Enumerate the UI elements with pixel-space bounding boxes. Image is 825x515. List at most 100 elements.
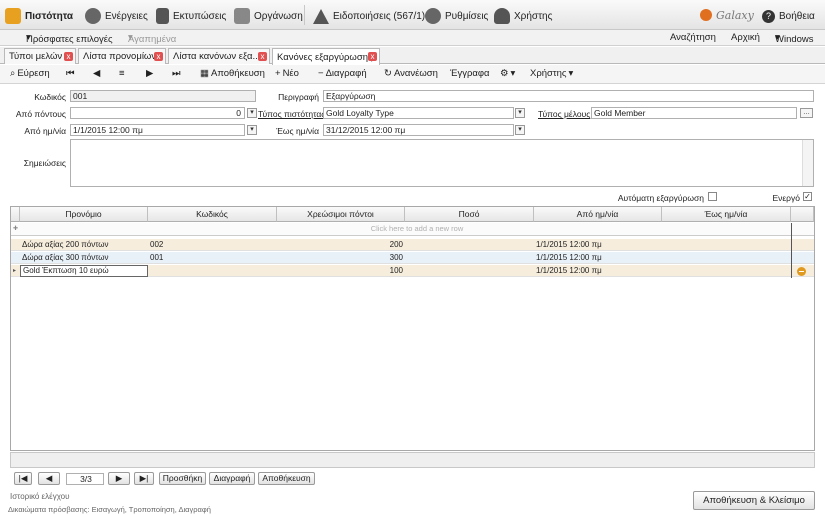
cell-from-date[interactable]: 1/1/2015 12:00 πμ [534, 265, 662, 277]
last-record-button[interactable]: ⏭ [172, 68, 181, 79]
cell-code[interactable] [148, 265, 277, 277]
tab-redemption-rules[interactable]: Κανόνες εξαργύρωσης x [272, 48, 380, 65]
delete-label: Διαγραφή [325, 68, 367, 79]
record-toolbar: ⌕ Εύρεση ⏮ ◀ ≡ ▶ ⏭ ▦ Αποθήκευση + Νέο − Διαγ… [0, 65, 825, 84]
col-header-privilege[interactable]: Προνόμιο [20, 207, 148, 222]
pager-save-button[interactable]: Αποθήκευση [258, 472, 315, 485]
cell-to-date[interactable] [662, 239, 791, 251]
table-row[interactable]: Δώρα αξίας 200 πόντων 002 200 1/1/2015 1… [11, 239, 814, 251]
member-type-label[interactable]: Τύπος μέλους [538, 109, 590, 119]
close-icon[interactable]: x [64, 52, 73, 61]
remove-row-icon[interactable] [797, 267, 806, 276]
submenu-search[interactable]: Αναζήτηση [670, 32, 716, 43]
user-menu-button[interactable]: Χρήστης ▾ [530, 68, 573, 79]
submenu-favorites[interactable]: Αγαπημένα ▾ [128, 32, 176, 45]
audit-history-link[interactable]: Ιστορικό ελέγχου [10, 492, 70, 501]
pager-last-button[interactable]: ▶| [134, 472, 154, 485]
cell-points[interactable]: 300 [277, 252, 405, 264]
from-points-field[interactable]: 0 [70, 107, 245, 119]
submenu-windows[interactable]: Windows ▾ [775, 32, 814, 45]
pager-delete-button[interactable]: Διαγραφή [209, 472, 255, 485]
documents-button[interactable]: Έγγραφα [450, 68, 490, 79]
menu-settings-label: Ρυθμίσεις [445, 10, 489, 22]
options-button[interactable]: ⚙ ▾ [500, 68, 515, 79]
submenu-home[interactable]: Αρχική [731, 32, 760, 43]
to-date-field[interactable]: 31/12/2015 12:00 πμ [323, 124, 514, 136]
from-date-dropdown[interactable]: ▾ [247, 125, 257, 135]
loyalty-type-label[interactable]: Τύπος πιστότητας [258, 109, 325, 119]
user-icon [494, 8, 510, 24]
row-pointer-icon: ▸ [13, 268, 17, 274]
pager-add-button[interactable]: Προσθήκη [159, 472, 206, 485]
cell-privilege-editing[interactable]: Gold Έκπτωση 10 ευρώ [20, 265, 148, 277]
cell-to-date[interactable] [662, 252, 791, 264]
cell-amount[interactable] [405, 239, 534, 251]
cell-code[interactable]: 001 [148, 252, 277, 264]
col-header-from-date[interactable]: Από ημ/νία [534, 207, 662, 222]
cell-amount[interactable] [405, 252, 534, 264]
new-button[interactable]: + Νέο [275, 68, 299, 79]
list-button[interactable]: ≡ [119, 68, 125, 79]
loyalty-type-field[interactable]: Gold Loyalty Type [323, 107, 514, 119]
col-header-to-date[interactable]: Έως ημ/νία [662, 207, 791, 222]
code-field[interactable]: 001 [70, 90, 256, 102]
menu-prints[interactable]: Εκτυπώσεις [156, 7, 226, 25]
pager-prev-button[interactable]: ◀ [38, 472, 60, 485]
tab-label: Κανόνες εξαργύρωσης [277, 51, 373, 63]
find-button[interactable]: ⌕ Εύρεση [10, 68, 50, 79]
first-record-button[interactable]: ⏮ [66, 68, 75, 79]
cell-code[interactable]: 002 [148, 239, 277, 251]
to-date-dropdown[interactable]: ▾ [515, 125, 525, 135]
menu-actions[interactable]: Ενέργειες [85, 7, 148, 25]
delete-button[interactable]: − Διαγραφή [318, 68, 367, 79]
table-row-selected[interactable]: ▸ Gold Έκπτωση 10 ευρώ 100 1/1/2015 12:0… [11, 265, 814, 277]
pager-position[interactable]: 3/3 [66, 473, 104, 485]
col-header-amount[interactable]: Ποσό [405, 207, 534, 222]
cell-privilege[interactable]: Δώρα αξίας 300 πόντων [20, 252, 148, 264]
col-header-points[interactable]: Χρεώσιμοι πόντοι [277, 207, 405, 222]
cell-points[interactable]: 100 [277, 265, 405, 277]
cell-amount[interactable] [405, 265, 534, 277]
close-icon[interactable]: x [368, 52, 377, 61]
close-icon[interactable]: x [258, 52, 267, 61]
new-row-icon: ✚ [13, 226, 19, 232]
from-points-dropdown[interactable]: ▾ [247, 108, 257, 118]
submenu-recent[interactable]: Πρόσφατες επιλογές ▾ [26, 32, 113, 45]
next-record-button[interactable]: ▶ [146, 68, 153, 79]
cell-to-date[interactable] [662, 265, 791, 277]
save-button[interactable]: ▦ Αποθήκευση [200, 68, 265, 79]
first-icon: ⏮ [66, 68, 75, 79]
col-header-code[interactable]: Κωδικός [148, 207, 277, 222]
pager-first-button[interactable]: |◀ [14, 472, 32, 485]
auto-redeem-checkbox[interactable] [708, 192, 717, 201]
description-field[interactable]: Εξαργύρωση [323, 90, 814, 102]
loyalty-type-dropdown[interactable]: ▾ [515, 108, 525, 118]
close-icon[interactable]: x [154, 52, 163, 61]
menu-notifications[interactable]: Ειδοποιήσεις (567/1) [313, 7, 425, 25]
cell-from-date[interactable]: 1/1/2015 12:00 πμ [534, 239, 662, 251]
notes-scrollbar[interactable] [802, 140, 813, 186]
tab-member-types[interactable]: Τύποι μελών x [4, 48, 76, 64]
tab-privilege-list[interactable]: Λίστα προνομίων x [78, 48, 166, 64]
menu-user[interactable]: Χρήστης [494, 7, 552, 25]
notes-textarea[interactable] [70, 139, 814, 187]
pager-next-button[interactable]: ▶ [108, 472, 130, 485]
menu-organization[interactable]: Οργάνωση [234, 7, 303, 25]
member-type-field[interactable]: Gold Member [591, 107, 797, 119]
menu-help[interactable]: ? Βοήθεια [762, 7, 815, 25]
refresh-button[interactable]: ↻ Ανανέωση [384, 68, 438, 79]
save-and-close-button[interactable]: Αποθήκευση & Κλείσιμο [693, 491, 815, 510]
cell-points[interactable]: 200 [277, 239, 405, 251]
cell-from-date[interactable]: 1/1/2015 12:00 πμ [534, 252, 662, 264]
member-type-lookup-button[interactable]: … [800, 108, 813, 118]
galaxy-logo: Galaxy [700, 6, 754, 24]
from-date-field[interactable]: 1/1/2015 12:00 πμ [70, 124, 245, 136]
menu-settings[interactable]: Ρυθμίσεις [425, 7, 488, 25]
active-checkbox[interactable]: ✓ [803, 192, 812, 201]
tab-redemption-rules-list[interactable]: Λίστα κανόνων εξα... x [168, 48, 270, 64]
prev-record-button[interactable]: ◀ [93, 68, 100, 79]
cell-privilege[interactable]: Δώρα αξίας 200 πόντων [20, 239, 148, 251]
new-row[interactable]: ✚ Click here to add a new row [11, 223, 814, 236]
table-row[interactable]: Δώρα αξίας 300 πόντων 001 300 1/1/2015 1… [11, 252, 814, 264]
menu-loyalty[interactable]: Πιστότητα [5, 7, 73, 25]
